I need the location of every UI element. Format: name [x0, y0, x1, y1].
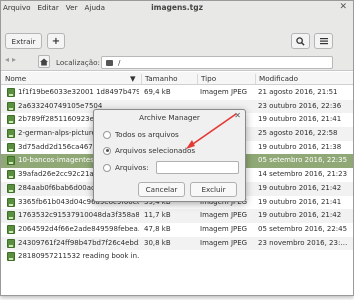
title-bar: Arquivo Editar Ver Ajuda imagens.tgz ✕: [1, 1, 353, 14]
radio-files-pattern[interactable]: Arquivos:: [103, 163, 149, 172]
window-title: imagens.tgz: [151, 3, 203, 12]
radio-selected-files-label: Arquivos selecionados: [115, 146, 196, 155]
file-modified: 19 outubro 2016, 21:42: [258, 211, 342, 220]
archive-manager-window: Arquivo Editar Ver Ajuda imagens.tgz ✕ E…: [0, 0, 354, 296]
file-size: 69,4 kB: [144, 88, 171, 96]
main-menu-button[interactable]: [314, 33, 333, 49]
dialog-close-icon[interactable]: ✕: [234, 111, 241, 120]
file-type: Imagem JPEG: [200, 88, 248, 96]
image-file-icon: [7, 88, 15, 97]
file-size: 11,7 kB: [144, 211, 171, 220]
file-type: Imagem JPEG: [200, 211, 248, 220]
file-modified: 19 outubro 2016, 21:38: [258, 142, 342, 151]
radio-files-pattern-label: Arquivos:: [115, 163, 149, 172]
radio-all-files[interactable]: Todos os arquivos: [103, 130, 179, 139]
file-size: 47,8 kB: [144, 224, 171, 233]
search-button[interactable]: [291, 33, 310, 49]
column-header-modified[interactable]: Modificado: [255, 74, 298, 84]
column-header-type[interactable]: Tipo: [197, 74, 216, 84]
search-icon: [296, 36, 305, 46]
file-name: 1f1f19be6033e32001 1d8497b479…: [18, 88, 139, 96]
image-file-icon: [7, 197, 15, 207]
file-name: 28180957211532 reading book in…: [18, 252, 139, 261]
files-pattern-input[interactable]: [156, 161, 239, 174]
file-modified: 05 setembro 2016, 22:45: [258, 224, 348, 233]
window-close-icon[interactable]: ✕: [339, 2, 347, 12]
image-file-icon: [7, 156, 15, 166]
file-size: 30,8 kB: [144, 238, 171, 247]
table-row[interactable]: 24309761f24ff98b47bd7f26c4ebd2… 30,8 kB …: [1, 236, 353, 251]
table-row[interactable]: 2064592d4f66e2ade849598febea… 47,8 kB Im…: [1, 223, 353, 237]
file-name: 2064592d4f66e2ade849598febea…: [18, 224, 139, 233]
delete-button[interactable]: Excluir: [190, 182, 237, 197]
table-row[interactable]: 1763532c91537910048da3f358a8… 11,7 kB Im…: [1, 209, 353, 223]
column-header-size[interactable]: Tamanho: [141, 74, 178, 84]
table-row[interactable]: 1f1f19be6033e32001 1d8497b479… 69,4 kB I…: [1, 86, 353, 100]
radio-selected-files[interactable]: Arquivos selecionados: [103, 146, 195, 155]
radio-button[interactable]: [103, 163, 111, 172]
cancel-button[interactable]: Cancelar: [138, 182, 185, 197]
column-header-name[interactable]: Nome: [2, 74, 26, 84]
file-modified: 23 outubro 2016, 22:36: [258, 101, 342, 110]
hamburger-menu-icon: [319, 38, 328, 45]
table-row[interactable]: 28180957211532 reading book in…: [1, 250, 353, 264]
extract-button[interactable]: Extrair: [5, 33, 42, 49]
file-modified: 25 agosto 2016, 22:58: [258, 129, 338, 138]
image-file-icon: [7, 183, 15, 193]
file-type: Imagem JPEG: [200, 238, 248, 247]
image-file-icon: [7, 224, 15, 234]
location-bar: ◂ ▸ Localização: /: [1, 54, 353, 71]
folder-icon: [106, 60, 113, 66]
dialog-title: Archive Manager: [139, 113, 200, 122]
forward-arrow-icon[interactable]: ▸: [12, 55, 16, 64]
image-file-icon: [7, 170, 15, 180]
column-headers: Nome ▼ Tamanho Tipo Modificado: [1, 72, 353, 85]
home-button[interactable]: [38, 55, 50, 68]
location-field[interactable]: /: [101, 56, 333, 69]
image-file-icon: [7, 129, 15, 139]
radio-button-checked[interactable]: [103, 146, 111, 155]
file-modified: 19 outubro 2016, 21:41: [258, 197, 342, 206]
image-file-icon: [7, 252, 15, 262]
image-file-icon: [7, 115, 15, 125]
file-modified: 05 setembro 2016, 22:35: [258, 156, 348, 165]
file-name: 1763532c91537910048da3f358a8…: [18, 211, 139, 220]
image-file-icon: [7, 238, 15, 248]
location-path: /: [118, 58, 121, 67]
file-modified: 21 agosto 2016, 21:51: [258, 88, 338, 96]
toolbar: Extrair +: [1, 14, 353, 54]
file-name: 24309761f24ff98b47bd7f26c4ebd2…: [18, 238, 139, 247]
file-modified: 19 outubro 2016, 21:41: [258, 115, 342, 124]
navigation-arrows: ◂ ▸: [5, 55, 16, 64]
add-button[interactable]: +: [47, 33, 65, 49]
file-modified: 14 setembro 2016, 21:23: [258, 170, 348, 179]
archive-manager-dialog: Archive Manager ✕ Todos os arquivos Arqu…: [93, 109, 246, 202]
radio-button[interactable]: [103, 130, 111, 139]
location-label: Localização:: [56, 58, 100, 67]
home-icon: [40, 58, 48, 65]
file-modified: 19 outubro 2016, 21:42: [258, 183, 342, 192]
image-file-icon: [7, 101, 15, 111]
file-type: Imagem JPEG: [200, 224, 248, 233]
image-file-icon: [7, 211, 15, 221]
back-arrow-icon[interactable]: ◂: [5, 55, 9, 64]
image-file-icon: [7, 142, 15, 152]
radio-all-files-label: Todos os arquivos: [115, 130, 179, 139]
file-modified: 23 novembro 2016, 23:…: [258, 238, 348, 247]
sort-descending-icon: ▼: [130, 74, 136, 83]
